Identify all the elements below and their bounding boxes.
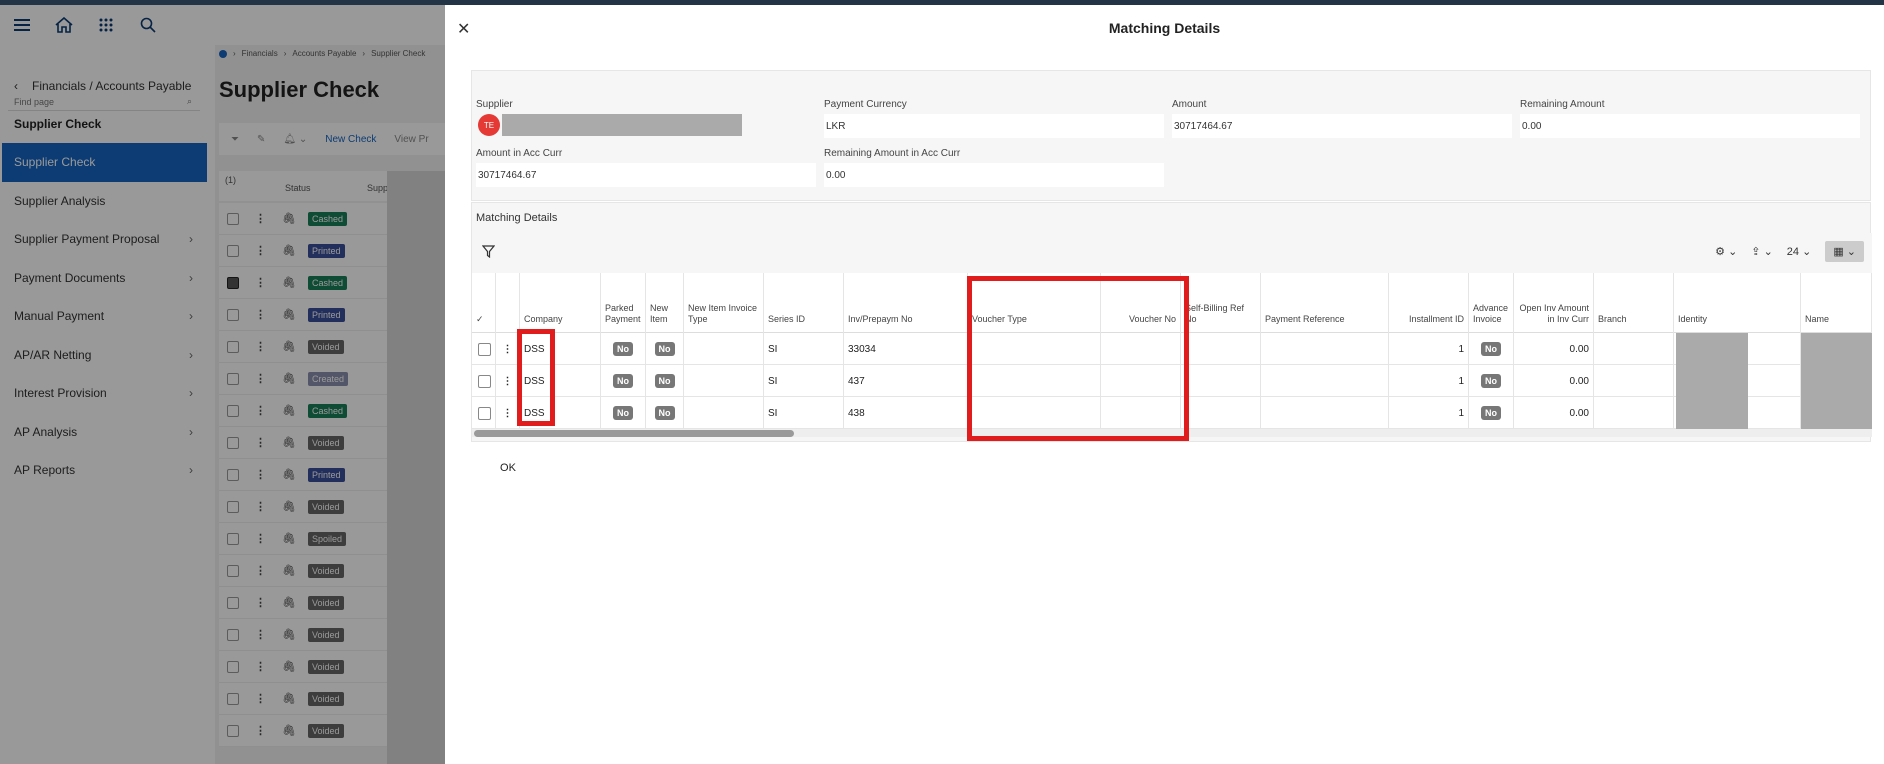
advance-invoice-badge: No — [1481, 342, 1501, 356]
amount-field: Amount 30717464.67 — [1172, 99, 1512, 138]
column-header-series-id[interactable]: Series ID — [764, 273, 844, 333]
remaining-amount-value: 0.00 — [1520, 114, 1860, 138]
ok-button[interactable]: OK — [473, 455, 543, 481]
cell-series-id: SI — [764, 333, 844, 365]
new-item-badge: No — [654, 342, 675, 356]
name-redacted — [1801, 397, 1872, 429]
select-all-checkbox[interactable]: ✓ — [472, 273, 496, 333]
column-header-parked-payment[interactable]: Parked Payment — [601, 273, 646, 333]
cell-payment-ref — [1261, 333, 1389, 365]
amount-label: Amount — [1172, 99, 1207, 110]
column-header-self-billing-ref-no[interactable]: Self-Billing Ref No — [1181, 273, 1261, 333]
amount-acc-curr-value: 30717464.67 — [476, 163, 816, 187]
name-redacted — [1801, 365, 1872, 397]
cell-series-id: SI — [764, 365, 844, 397]
advance-invoice-badge: No — [1481, 406, 1501, 420]
remaining-acc-curr-value: 0.00 — [824, 163, 1164, 187]
row-checkbox[interactable] — [478, 342, 491, 356]
cell-self-billing — [1181, 365, 1261, 397]
column-header-advance-invoice[interactable]: Advance Invoice — [1469, 273, 1514, 333]
cell-payment-ref — [1261, 397, 1389, 429]
filter-icon[interactable] — [481, 245, 496, 261]
cell-payment-ref — [1261, 365, 1389, 397]
avatar: TE — [478, 114, 500, 136]
supplier-field: Supplier TE — [476, 99, 816, 136]
cell-self-billing — [1181, 333, 1261, 365]
remaining-acc-curr-field: Remaining Amount in Acc Curr 0.00 — [824, 148, 1164, 187]
cell-installment-id: 1 — [1389, 397, 1469, 429]
cell-inv-no: 437 — [844, 365, 968, 397]
dialog-title: Matching Details — [1108, 20, 1221, 36]
cell-inv-no: 33034 — [844, 333, 968, 365]
column-header-branch[interactable]: Branch — [1594, 273, 1674, 333]
amount-acc-curr-field: Amount in Acc Curr 30717464.67 — [476, 148, 816, 187]
settings-gear-icon[interactable]: ⚙ ⌄ — [1715, 245, 1737, 258]
row-checkbox[interactable] — [478, 374, 491, 388]
column-header-identity[interactable]: Identity — [1674, 273, 1801, 333]
modal-backdrop[interactable] — [0, 5, 445, 764]
matching-details-title: Matching Details — [476, 212, 558, 224]
row-actions-header — [496, 273, 520, 333]
column-header-installment-id[interactable]: Installment ID — [1389, 273, 1469, 333]
cell-self-billing — [1181, 397, 1261, 429]
cell-new-item-type — [684, 365, 764, 397]
parked-payment-badge: No — [613, 406, 633, 420]
payment-currency-field: Payment Currency LKR — [824, 99, 1164, 138]
matching-details-dialog: ✕ Matching Details Supplier TE Payment C… — [445, 5, 1884, 764]
column-header-name[interactable]: Name — [1801, 273, 1872, 333]
cell-inv-no: 438 — [844, 397, 968, 429]
column-header-company[interactable]: Company — [520, 273, 601, 333]
scrollbar-thumb[interactable] — [474, 430, 794, 437]
row-checkbox[interactable] — [478, 406, 491, 420]
grid-toolbar: ⚙ ⌄ ⇪ ⌄ 24 ⌄ ▦ ⌄ — [472, 233, 1872, 273]
cell-installment-id: 1 — [1389, 333, 1469, 365]
highlight-voucher-box — [967, 276, 1189, 441]
payment-summary-card: Supplier TE Payment Currency LKR Amount … — [471, 70, 1871, 201]
column-header-payment-reference[interactable]: Payment Reference — [1261, 273, 1389, 333]
cell-branch — [1594, 397, 1674, 429]
supplier-name-redacted — [502, 114, 742, 136]
identity-redacted — [1676, 333, 1748, 365]
amount-value: 30717464.67 — [1172, 114, 1512, 138]
page-size-select[interactable]: 24 ⌄ — [1787, 245, 1812, 258]
cell-new-item-type — [684, 397, 764, 429]
identity-redacted — [1676, 397, 1748, 429]
name-redacted — [1801, 333, 1872, 365]
parked-payment-badge: No — [613, 374, 633, 388]
cell-branch — [1594, 365, 1674, 397]
cell-branch — [1594, 333, 1674, 365]
cell-series-id: SI — [764, 397, 844, 429]
remaining-amount-label: Remaining Amount — [1520, 99, 1605, 110]
column-header-open-inv-amount[interactable]: Open Inv Amount in Inv Curr — [1514, 273, 1594, 333]
cell-installment-id: 1 — [1389, 365, 1469, 397]
new-item-badge: No — [654, 406, 675, 420]
payment-currency-value: LKR — [824, 114, 1164, 138]
payment-currency-label: Payment Currency — [824, 99, 907, 110]
cell-open-amount: 0.00 — [1514, 365, 1594, 397]
amount-acc-curr-label: Amount in Acc Curr — [476, 148, 563, 159]
new-item-badge: No — [654, 374, 675, 388]
supplier-label: Supplier — [476, 99, 513, 110]
column-header-new-item-invoice-type[interactable]: New Item Invoice Type — [684, 273, 764, 333]
column-header-new-item[interactable]: New Item — [646, 273, 684, 333]
advance-invoice-badge: No — [1481, 374, 1501, 388]
page-size-value: 24 — [1786, 246, 1800, 258]
table-view-icon[interactable]: ▦ ⌄ — [1825, 241, 1864, 262]
cell-open-amount: 0.00 — [1514, 333, 1594, 365]
remaining-amount-field: Remaining Amount 0.00 — [1520, 99, 1860, 138]
export-icon[interactable]: ⇪ ⌄ — [1751, 245, 1773, 258]
column-header-inv-prepaym-no[interactable]: Inv/Prepaym No — [844, 273, 968, 333]
remaining-acc-curr-label: Remaining Amount in Acc Curr — [824, 148, 961, 159]
highlight-company-box — [517, 329, 555, 426]
cell-new-item-type — [684, 333, 764, 365]
parked-payment-badge: No — [613, 342, 633, 356]
identity-redacted — [1676, 365, 1748, 397]
cell-open-amount: 0.00 — [1514, 397, 1594, 429]
